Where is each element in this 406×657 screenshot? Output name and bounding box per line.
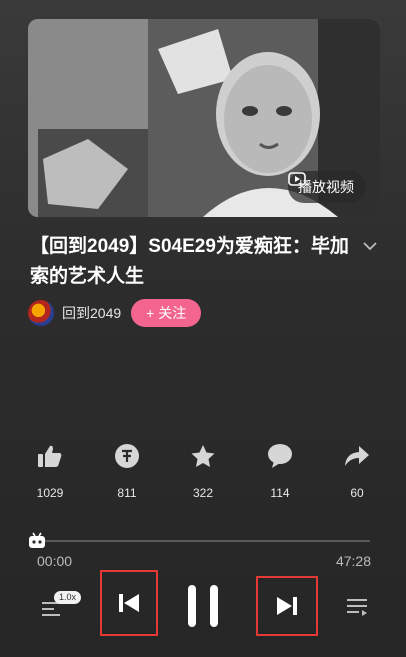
chevron-down-icon[interactable]: [363, 238, 377, 256]
tv-mascot-icon: [29, 532, 45, 548]
coin-button[interactable]: 811: [97, 440, 157, 500]
speed-badge: 1.0x: [54, 591, 82, 604]
comment-icon: [268, 444, 292, 468]
share-button[interactable]: 60: [327, 440, 387, 500]
episode-title: 【回到2049】S04E29为爱痴狂：毕加索的艺术人生: [30, 236, 349, 287]
progress-bar[interactable]: [30, 540, 370, 542]
total-time: 47:28: [335, 553, 371, 569]
thumbs-up-icon: [38, 445, 62, 467]
coin-icon: [115, 444, 139, 468]
share-count: 60: [350, 486, 364, 500]
playlist-icon: [347, 599, 367, 616]
like-button[interactable]: 1029: [20, 440, 80, 500]
pause-button[interactable]: [183, 580, 223, 632]
play-video-button[interactable]: 播放视频: [288, 171, 366, 203]
avatar[interactable]: [28, 300, 54, 326]
favorite-count: 322: [192, 486, 214, 500]
star-icon: [191, 444, 215, 467]
channel-row: 回到2049 + 关注: [28, 299, 202, 327]
previous-button[interactable]: [100, 570, 158, 636]
pause-icon: [188, 585, 218, 627]
play-video-label: 播放视频: [298, 179, 354, 195]
skip-previous-icon: [119, 594, 139, 612]
favorite-button[interactable]: 322: [173, 440, 233, 500]
skip-next-icon: [277, 597, 297, 615]
progress-handle[interactable]: [28, 531, 46, 554]
coin-count: 811: [117, 486, 137, 500]
plus-icon: +: [146, 305, 155, 321]
comment-count: 114: [270, 486, 290, 500]
follow-button[interactable]: + 关注: [131, 299, 202, 327]
follow-label: 关注: [158, 305, 187, 321]
playlist-button[interactable]: [342, 594, 372, 620]
video-play-icon: [288, 172, 306, 186]
comment-button[interactable]: 114: [250, 440, 310, 500]
cover-image[interactable]: 播放视频: [28, 19, 380, 217]
like-count: 1029: [36, 486, 64, 500]
current-time: 00:00: [37, 553, 73, 569]
share-icon: [345, 446, 369, 466]
channel-name[interactable]: 回到2049: [62, 303, 121, 323]
next-button[interactable]: [256, 576, 318, 636]
